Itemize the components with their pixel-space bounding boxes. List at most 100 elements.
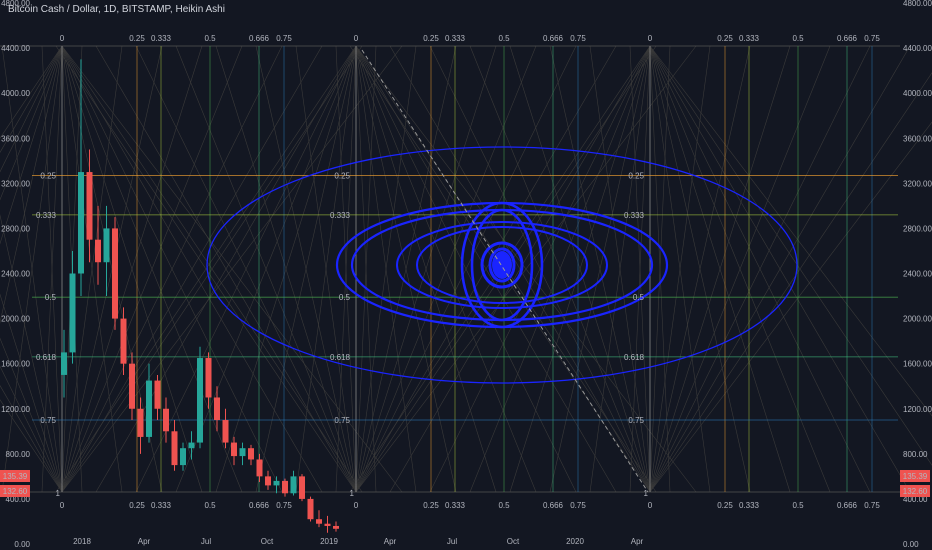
candle-body [103, 228, 110, 263]
fib-ellipse-core [492, 251, 512, 279]
candle-body [197, 358, 203, 443]
price-badge-right-text: 135.39 [903, 472, 928, 481]
y-tick-left: 2000.00 [1, 315, 30, 324]
candle-body [231, 442, 237, 457]
y-tick-right: 2800.00 [903, 224, 932, 233]
candle-body [316, 519, 322, 524]
fib-top-label: 0.5 [792, 34, 804, 43]
fib-bottom-label: 0.25 [423, 501, 439, 510]
fib-bottom-label: 0 [354, 501, 359, 510]
y-tick-left: 2400.00 [1, 270, 30, 279]
fib-bottom-label: 0 [648, 501, 653, 510]
fib-level-label: 0.25 [628, 171, 644, 180]
fib-bottom-label: 0.5 [204, 501, 216, 510]
fib-bottom-label: 0.5 [792, 501, 804, 510]
x-tick: Apr [631, 537, 644, 546]
fib-level-label: 0.333 [330, 211, 351, 220]
chart-background [0, 0, 932, 550]
fib-level-label: 0.5 [45, 293, 57, 302]
fib-bottom-label: 0.25 [717, 501, 733, 510]
price-badge-left-text: 132.60 [3, 487, 28, 496]
candle-body [95, 239, 101, 263]
fib-level-label: 0.333 [624, 211, 645, 220]
y-tick-left: 4400.00 [1, 44, 30, 53]
fib-corner-label: 1 [56, 489, 61, 498]
y-tick-left: 800.00 [6, 450, 31, 459]
fib-top-label: 0.333 [151, 34, 172, 43]
y-tick-right: 800.00 [903, 450, 928, 459]
fib-bottom-label: 0.333 [151, 501, 172, 510]
candle-body [129, 363, 135, 409]
y-tick-left: 4000.00 [1, 89, 30, 98]
y-tick-left: 3200.00 [1, 179, 30, 188]
fib-bottom-label: 0.666 [837, 501, 858, 510]
candle-body [290, 476, 297, 494]
candle-body [171, 431, 178, 466]
fib-top-label: 0.25 [717, 34, 733, 43]
fib-level-label: 0.25 [334, 171, 350, 180]
y-tick-right: 0.00 [903, 540, 919, 549]
candle-body [222, 420, 229, 443]
candle-body [163, 408, 169, 432]
fib-top-label: 0.666 [837, 34, 858, 43]
fib-level-label: 0.618 [624, 353, 645, 362]
x-tick: Oct [507, 537, 520, 546]
fib-top-label: 0.5 [204, 34, 216, 43]
y-tick-right: 1200.00 [903, 405, 932, 414]
candle-body [282, 480, 288, 494]
fib-top-label: 0.5 [498, 34, 510, 43]
chart-title: Bitcoin Cash / Dollar, 1D, BITSTAMP, Hei… [8, 4, 225, 15]
x-tick: Jul [201, 537, 211, 546]
candle-body [265, 476, 271, 486]
candle-body [154, 380, 161, 409]
fib-bottom-label: 0.5 [498, 501, 510, 510]
fib-top-label: 0.333 [445, 34, 466, 43]
fib-top-label: 0.666 [543, 34, 564, 43]
fib-level-label: 0.25 [40, 171, 56, 180]
chart-canvas[interactable]: 0 0.25 0.333 0.5 0.666 0.75 0 0.25 0.333 0.5 0.666… [0, 0, 932, 550]
candle-body [137, 408, 144, 437]
candle-body [120, 318, 127, 364]
fib-top-label: 0 [648, 34, 653, 43]
candle-body [86, 172, 93, 240]
fib-top-label: 0.25 [423, 34, 439, 43]
y-tick-right: 4400.00 [903, 44, 932, 53]
candle-body [324, 523, 331, 526]
y-tick-left: 0.00 [14, 540, 30, 549]
candle-body [146, 380, 152, 437]
y-tick-left: 1200.00 [1, 405, 30, 414]
fib-level-label: 0.618 [36, 353, 57, 362]
y-tick-right: 2400.00 [903, 270, 932, 279]
candle-body [180, 448, 186, 466]
y-tick-left: 2800.00 [1, 224, 30, 233]
x-tick: Apr [138, 537, 151, 546]
x-tick: 2020 [566, 537, 584, 546]
fib-level-label: 0.333 [36, 211, 57, 220]
candle-body [188, 442, 195, 449]
fib-corner-label: 1 [644, 489, 649, 498]
fib-level-label: 0.75 [334, 416, 350, 425]
y-tick-right: 1600.00 [903, 360, 932, 369]
fib-bottom-label: 0.75 [570, 501, 586, 510]
fib-bottom-label: 0.75 [864, 501, 880, 510]
fib-top-label: 0.25 [129, 34, 145, 43]
fib-bottom-label: 0.666 [543, 501, 564, 510]
candle-body [239, 448, 246, 457]
candle-body [214, 397, 220, 421]
x-tick: Jul [447, 537, 457, 546]
price-badge-right-text: 132.60 [903, 487, 928, 496]
y-tick-right: 2000.00 [903, 315, 932, 324]
candle-body [273, 480, 280, 486]
y-tick-right: 3200.00 [903, 179, 932, 188]
x-tick: 2018 [73, 537, 91, 546]
candle-body [307, 498, 314, 520]
fib-bottom-label: 0 [60, 501, 65, 510]
fib-level-label: 0.5 [339, 293, 351, 302]
fib-top-label: 0 [60, 34, 65, 43]
fib-level-label: 0.75 [628, 416, 644, 425]
fib-level-label: 0.75 [40, 416, 56, 425]
x-tick: Oct [261, 537, 274, 546]
fib-top-label: 0.75 [864, 34, 880, 43]
candle-body [78, 172, 84, 274]
fib-bottom-label: 0.25 [129, 501, 145, 510]
